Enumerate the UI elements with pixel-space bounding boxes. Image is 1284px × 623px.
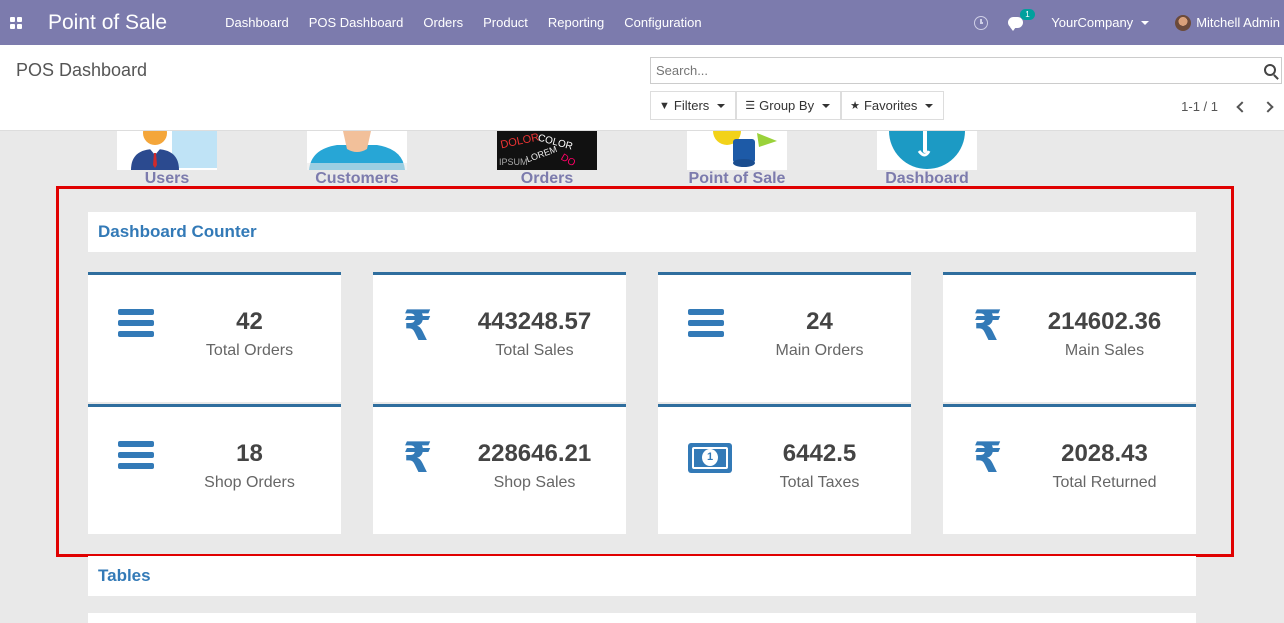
apps-menu-icon[interactable] [0,0,32,45]
menu-item-dashboard[interactable]: Dashboard [215,15,299,30]
messaging-menu[interactable]: 1 [1008,9,1035,31]
list-icon: ☰ [745,100,756,112]
card-main-orders[interactable]: 24 Main Orders [658,272,911,402]
users-image [117,131,217,170]
search-box [650,57,1282,84]
tile-point-of-sale[interactable]: Point of Sale [687,131,787,188]
tile-users[interactable]: Users [117,131,217,188]
point-of-sale-image [687,131,787,170]
card-label: Total Sales [495,342,574,359]
chevron-left-icon[interactable] [1236,100,1248,113]
group-by-button[interactable]: ☰ Group By [736,91,842,120]
card-value: 2028.43 [1061,440,1148,467]
menu-item-configuration[interactable]: Configuration [614,15,711,30]
company-switcher[interactable]: YourCompany [1051,15,1150,30]
tables-panel [88,613,1196,623]
filter-icon: ▼ [659,99,670,112]
card-total-sales[interactable]: ₹ 443248.57 Total Sales [373,272,626,402]
money-icon: 1 [688,443,732,473]
control-panel: POS Dashboard ▼ Filters ☰ Group By ★ Fav… [0,45,1284,131]
card-value: 24 [806,308,833,335]
orders-image: DOLOR COLOR LOREM DO IPSUM [497,131,597,170]
card-label: Total Taxes [779,474,860,491]
caret-down-icon [717,103,726,108]
breadcrumb: POS Dashboard [16,60,148,80]
pager: 1-1 / 1 [1181,99,1274,114]
bars-icon [688,309,724,342]
rupee-icon: ₹ [973,433,1003,482]
caret-down-icon [925,103,934,108]
search-options: ▼ Filters ☰ Group By ★ Favorites [650,91,945,120]
card-label: Total Returned [1052,474,1157,491]
navbar-systray: 1 YourCompany Mitchell Admin [974,0,1284,45]
menu-item-product[interactable]: Product [473,15,538,30]
company-name: YourCompany [1051,15,1134,30]
tile-orders[interactable]: DOLOR COLOR LOREM DO IPSUM Orders [497,131,597,188]
customers-image [307,131,407,170]
menu-item-orders[interactable]: Orders [413,15,473,30]
star-icon: ★ [850,100,860,112]
svg-text:IPSUM: IPSUM [499,157,528,167]
card-value: 228646.21 [477,440,592,467]
card-value: 18 [236,440,263,467]
dashboard-counter-title: Dashboard Counter [88,212,1196,252]
caret-down-icon [1141,20,1150,25]
card-shop-orders[interactable]: 18 Shop Orders [88,404,341,534]
app-title[interactable]: Point of Sale [48,11,167,35]
activity-clock-icon[interactable] [974,15,989,30]
bars-icon [118,309,154,342]
search-icon[interactable] [1264,64,1276,76]
card-total-returned[interactable]: ₹ 2028.43 Total Returned [943,404,1196,534]
pager-value[interactable]: 1-1 / 1 [1181,99,1218,114]
chevron-right-icon[interactable] [1262,100,1274,113]
card-total-taxes[interactable]: 1 6442.5 Total Taxes [658,404,911,534]
dashboard-image [877,131,977,170]
card-value: 42 [236,308,263,335]
card-main-sales[interactable]: ₹ 214602.36 Main Sales [943,272,1196,402]
card-label: Total Orders [205,342,294,359]
favorites-button[interactable]: ★ Favorites [841,91,945,120]
caret-down-icon [822,103,831,108]
search-input[interactable] [651,63,1251,78]
card-value: 6442.5 [782,440,857,467]
tile-dashboard[interactable]: Dashboard [877,131,977,188]
favorites-label: Favorites [863,98,918,113]
rupee-icon: ₹ [973,301,1003,350]
top-navbar: Point of Sale Dashboard POS Dashboard Or… [0,0,1284,45]
user-menu[interactable]: Mitchell Admin [1175,14,1280,31]
filters-button[interactable]: ▼ Filters [650,91,737,120]
card-label: Main Orders [775,342,864,359]
shortcut-tiles: Users Customers DOLOR COLOR LOREM DO IPS… [0,131,1284,187]
card-label: Shop Orders [204,474,295,491]
rupee-icon: ₹ [403,433,433,482]
tables-title: Tables [88,556,1196,596]
card-total-orders[interactable]: 42 Total Orders [88,272,341,402]
rupee-icon: ₹ [403,301,433,350]
main-menu: Dashboard POS Dashboard Orders Product R… [215,15,712,30]
card-label: Shop Sales [493,474,576,491]
chat-badge: 1 [1020,9,1035,20]
user-name: Mitchell Admin [1196,15,1280,30]
card-label: Main Sales [1064,342,1145,359]
avatar [1175,14,1192,31]
group-by-label: Group By [759,98,815,113]
bars-icon [118,441,154,474]
menu-item-pos-dashboard[interactable]: POS Dashboard [299,15,414,30]
filters-label: Filters [673,98,710,113]
tile-customers[interactable]: Customers [307,131,407,188]
menu-item-reporting[interactable]: Reporting [538,15,614,30]
card-value: 214602.36 [1047,308,1162,335]
card-shop-sales[interactable]: ₹ 228646.21 Shop Sales [373,404,626,534]
card-value: 443248.57 [477,308,592,335]
